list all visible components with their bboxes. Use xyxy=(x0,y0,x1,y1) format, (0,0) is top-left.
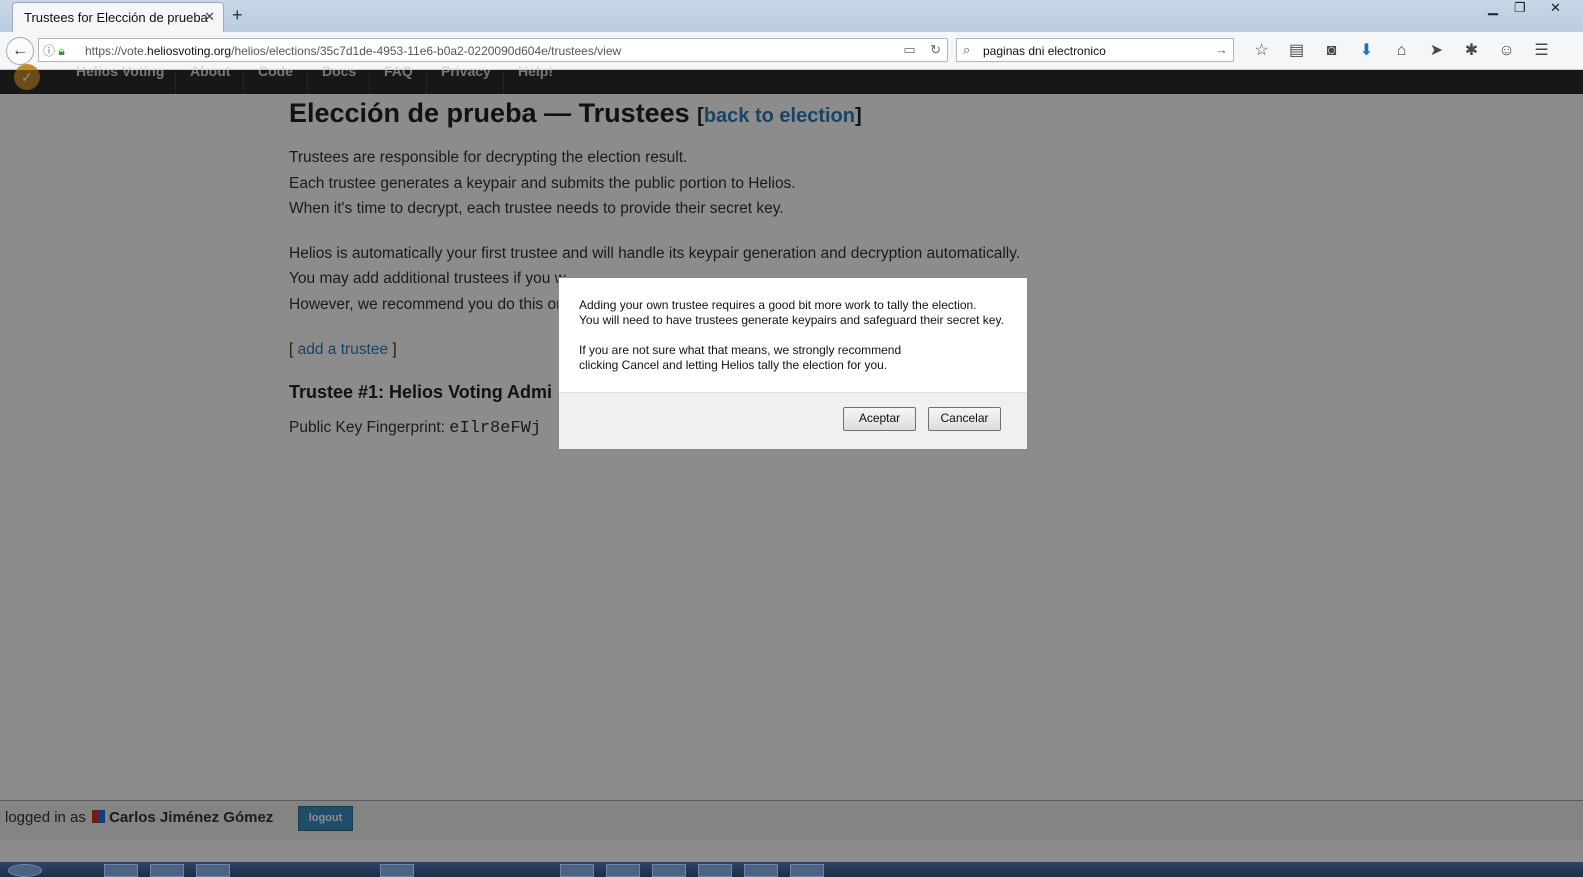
bookmark-star-icon[interactable]: ☆ xyxy=(1244,40,1279,60)
close-window-icon[interactable]: ✕ xyxy=(1550,0,1561,16)
toolbar-icons: ☆ ▤ ◙ ⬇ ⌂ ➤ ✱ ☺ ☰ xyxy=(1244,40,1559,60)
ok-button[interactable]: Aceptar xyxy=(843,407,916,431)
url-bar[interactable]: ⓘ 🔒︎ https://vote.heliosvoting.org/helio… xyxy=(38,38,948,62)
tab-strip: Trustees for Elección de prueba ✕ + ▁ ❐ … xyxy=(0,0,1583,32)
taskbar-item[interactable] xyxy=(150,864,184,877)
reading-list-icon[interactable]: ▤ xyxy=(1279,40,1314,60)
taskbar-item[interactable] xyxy=(196,864,230,877)
taskbar-item[interactable] xyxy=(698,864,732,877)
taskbar xyxy=(0,862,1583,877)
back-button[interactable]: ← xyxy=(6,37,34,65)
tab-title: Trustees for Elección de prueba xyxy=(24,10,208,25)
dialog-line-3: If you are not sure what that means, we … xyxy=(579,343,902,357)
new-tab-button[interactable]: + xyxy=(232,5,243,26)
dialog-footer: Aceptar Cancelar xyxy=(559,392,1027,449)
close-tab-icon[interactable]: ✕ xyxy=(204,9,215,25)
search-bar[interactable]: ⌕ → xyxy=(956,38,1234,62)
taskbar-item[interactable] xyxy=(744,864,778,877)
cancel-button[interactable]: Cancelar xyxy=(928,407,1001,431)
download-icon[interactable]: ⬇ xyxy=(1349,40,1384,60)
confirm-dialog: Adding your own trustee requires a good … xyxy=(558,277,1028,449)
extension-icon[interactable]: ✱ xyxy=(1454,40,1489,60)
dialog-line-2: You will need to have trustees generate … xyxy=(579,313,1004,327)
search-go-icon[interactable]: → xyxy=(1215,42,1228,57)
reload-icon[interactable]: ↻ xyxy=(930,42,941,57)
dialog-line-1: Adding your own trustee requires a good … xyxy=(579,298,977,312)
url-scheme: https://vote. xyxy=(85,44,148,58)
pocket-icon[interactable]: ◙ xyxy=(1314,42,1349,60)
chat-icon[interactable]: ☺ xyxy=(1489,42,1524,60)
dialog-message: Adding your own trustee requires a good … xyxy=(579,298,1019,373)
dialog-line-4: clicking Cancel and letting Helios tally… xyxy=(579,358,888,372)
back-arrow-icon: ← xyxy=(12,42,28,59)
home-icon[interactable]: ⌂ xyxy=(1384,42,1419,60)
search-input[interactable] xyxy=(981,41,1215,61)
taskbar-item[interactable] xyxy=(104,864,138,877)
restore-icon[interactable]: ❐ xyxy=(1514,0,1526,16)
menu-icon[interactable]: ☰ xyxy=(1524,40,1559,60)
taskbar-item[interactable] xyxy=(790,864,824,877)
search-icon: ⌕ xyxy=(963,42,971,57)
taskbar-item[interactable] xyxy=(560,864,594,877)
url-path: /helios/elections/35c7d1de-4953-11e6-b0a… xyxy=(231,44,622,58)
taskbar-item[interactable] xyxy=(380,864,414,877)
taskbar-item[interactable] xyxy=(652,864,686,877)
taskbar-item[interactable] xyxy=(606,864,640,877)
info-icon[interactable]: ⓘ xyxy=(43,44,55,58)
modal-overlay xyxy=(0,70,1583,862)
lock-icon: 🔒︎ xyxy=(58,44,65,58)
reader-view-icon[interactable]: ▭ xyxy=(903,42,915,57)
browser-tab[interactable]: Trustees for Elección de prueba ✕ xyxy=(12,2,224,32)
send-icon[interactable]: ➤ xyxy=(1419,40,1454,60)
minimize-icon[interactable]: ▁ xyxy=(1488,0,1498,16)
nav-toolbar: ← ⓘ 🔒︎ https://vote.heliosvoting.org/hel… xyxy=(0,32,1583,70)
start-button[interactable] xyxy=(8,864,42,877)
url-host: heliosvoting.org xyxy=(147,44,232,58)
url-text[interactable]: https://vote.heliosvoting.org/helios/ele… xyxy=(85,44,621,58)
